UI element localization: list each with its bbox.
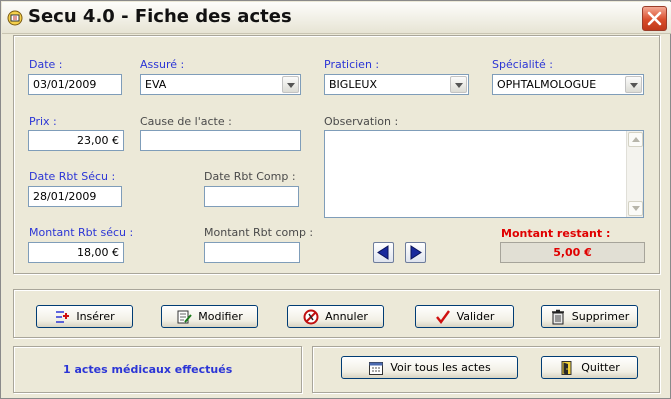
view-all-acts-label: Voir tous les actes bbox=[390, 361, 491, 374]
scroll-down-icon[interactable] bbox=[628, 201, 643, 216]
cause-label: Cause de l'acte : bbox=[140, 115, 232, 128]
calendar-icon bbox=[368, 360, 384, 376]
assure-label: Assuré : bbox=[140, 58, 185, 71]
cancel-icon bbox=[303, 309, 319, 325]
arrow-right-icon bbox=[410, 245, 422, 260]
view-all-acts-button[interactable]: Voir tous les actes bbox=[341, 356, 518, 379]
date-field[interactable]: 03/01/2009 bbox=[28, 74, 122, 95]
observation-textarea[interactable] bbox=[324, 130, 644, 218]
trash-icon bbox=[550, 309, 566, 325]
previous-record-button[interactable] bbox=[373, 242, 394, 263]
insert-label: Insérer bbox=[76, 310, 115, 323]
next-record-button[interactable] bbox=[405, 242, 426, 263]
cancel-button[interactable]: Annuler bbox=[287, 305, 384, 328]
assure-value: EVA bbox=[145, 78, 167, 91]
date-label: Date : bbox=[29, 58, 63, 71]
delete-label: Supprimer bbox=[571, 310, 630, 323]
observation-label: Observation : bbox=[324, 115, 399, 128]
montant-rbt-comp-field[interactable] bbox=[204, 242, 300, 263]
chevron-down-icon[interactable] bbox=[450, 76, 467, 93]
validate-button[interactable]: Valider bbox=[415, 305, 514, 328]
app-window: Secu 4.0 - Fiche des actes Date : 03/01/… bbox=[0, 0, 671, 399]
montant-restant-label: Montant restant : bbox=[501, 227, 611, 240]
validate-label: Valider bbox=[456, 310, 495, 323]
cause-field[interactable] bbox=[140, 130, 301, 151]
observation-scrollbar[interactable] bbox=[626, 131, 643, 217]
praticien-select[interactable]: BIGLEUX bbox=[324, 74, 469, 95]
date-rbt-secu-label: Date Rbt Sécu : bbox=[29, 170, 116, 183]
insert-button[interactable]: Insérer bbox=[36, 305, 133, 328]
arrow-left-icon bbox=[377, 245, 389, 260]
quit-label: Quitter bbox=[581, 361, 620, 374]
modify-button[interactable]: Modifier bbox=[161, 305, 258, 328]
checkmark-icon bbox=[435, 309, 451, 325]
title-bar: Secu 4.0 - Fiche des actes bbox=[2, 2, 671, 34]
date-rbt-comp-field[interactable] bbox=[204, 186, 299, 207]
chevron-down-icon[interactable] bbox=[625, 76, 642, 93]
montant-rbt-comp-label: Montant Rbt comp : bbox=[204, 226, 314, 239]
close-icon bbox=[647, 11, 662, 26]
chevron-down-icon[interactable] bbox=[282, 76, 299, 93]
montant-restant-value: 5,00 € bbox=[500, 242, 645, 263]
date-rbt-secu-field[interactable]: 28/01/2009 bbox=[28, 186, 122, 207]
montant-rbt-secu-field[interactable]: 18,00 € bbox=[28, 242, 124, 263]
quit-button[interactable]: Quitter bbox=[541, 356, 638, 379]
close-button[interactable] bbox=[642, 6, 667, 31]
app-icon bbox=[6, 9, 24, 27]
montant-rbt-secu-label: Montant Rbt sécu : bbox=[29, 226, 134, 239]
exit-door-icon bbox=[559, 360, 575, 376]
acts-count-text: 1 actes médicaux effectués bbox=[63, 363, 233, 376]
specialite-label: Spécialité : bbox=[492, 58, 553, 71]
cancel-label: Annuler bbox=[325, 310, 368, 323]
specialite-value: OPHTALMOLOGUE bbox=[497, 78, 597, 91]
modify-label: Modifier bbox=[198, 310, 243, 323]
insert-icon bbox=[54, 309, 70, 325]
praticien-value: BIGLEUX bbox=[329, 78, 377, 91]
date-rbt-comp-label: Date Rbt Comp : bbox=[204, 170, 296, 183]
edit-icon bbox=[176, 309, 193, 325]
assure-select[interactable]: EVA bbox=[140, 74, 301, 95]
scroll-up-icon[interactable] bbox=[628, 132, 643, 147]
delete-button[interactable]: Supprimer bbox=[541, 305, 638, 328]
prix-field[interactable]: 23,00 € bbox=[28, 130, 124, 151]
window-title: Secu 4.0 - Fiche des actes bbox=[28, 6, 292, 27]
praticien-label: Praticien : bbox=[324, 58, 380, 71]
prix-label: Prix : bbox=[29, 115, 57, 128]
specialite-select[interactable]: OPHTALMOLOGUE bbox=[492, 74, 644, 95]
